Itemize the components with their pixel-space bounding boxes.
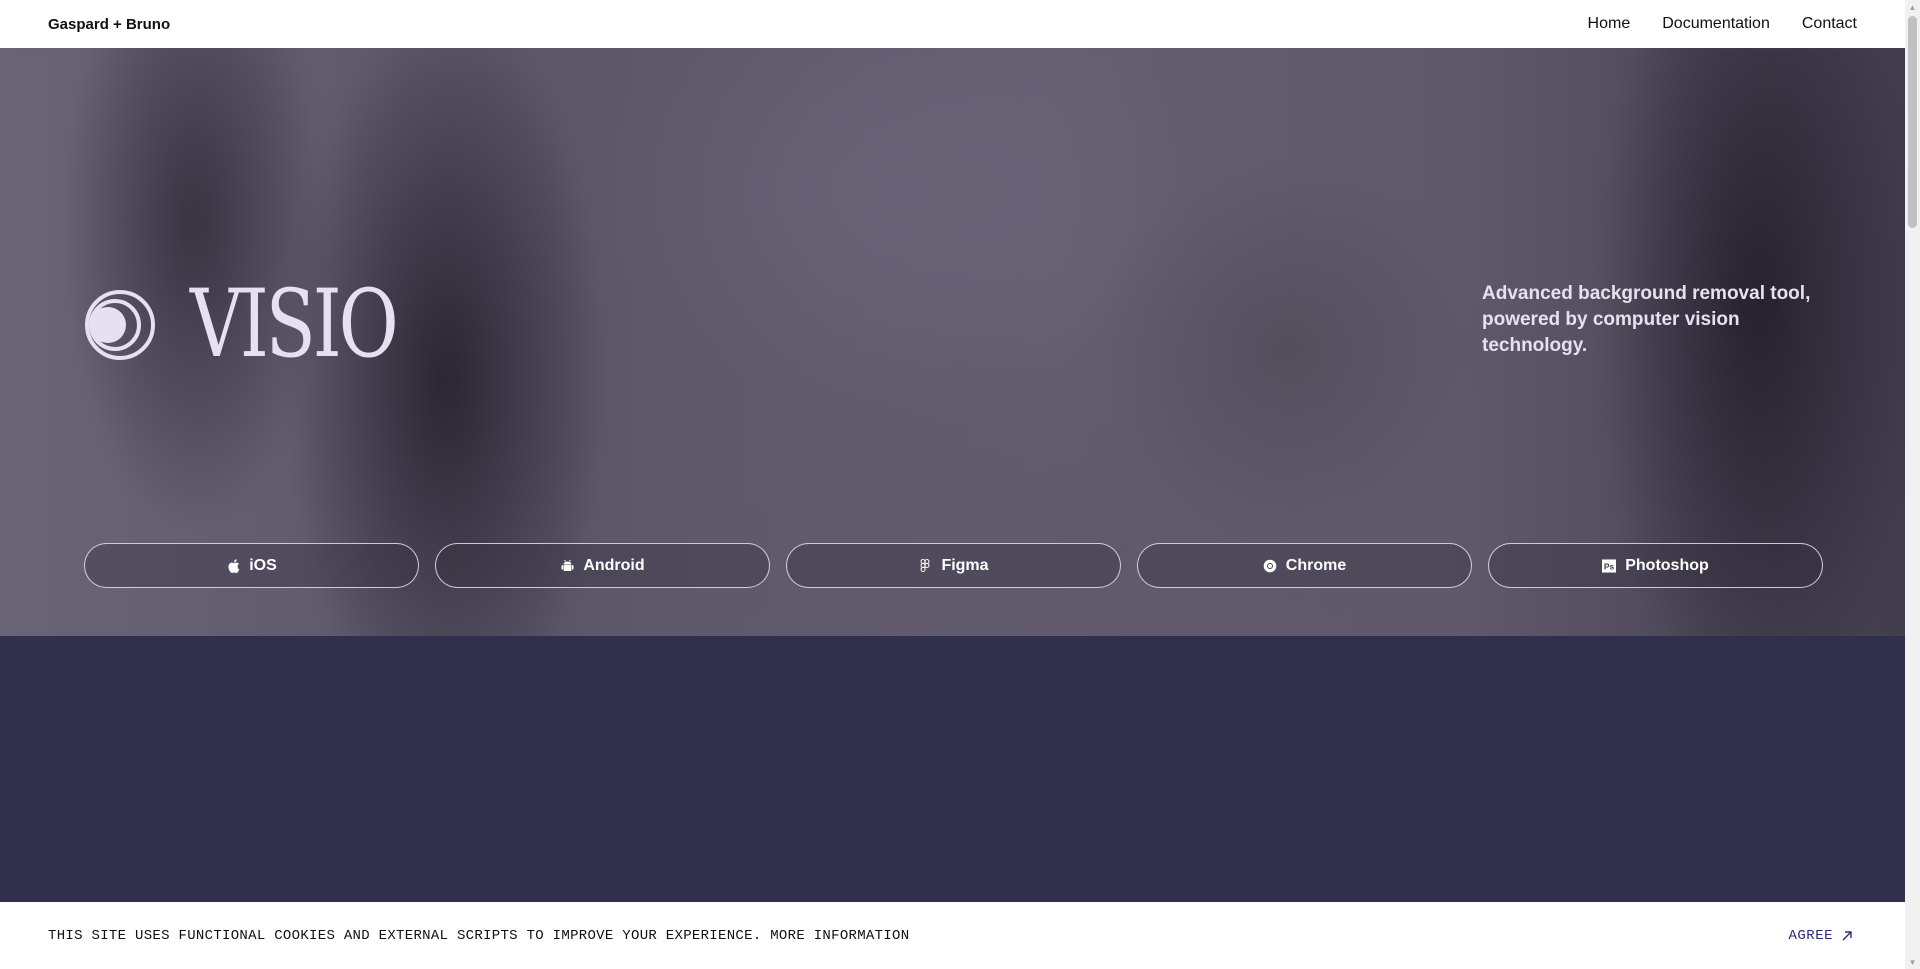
main-nav: Home Documentation Contact bbox=[1588, 15, 1857, 33]
arrow-up-right-icon bbox=[1842, 930, 1852, 940]
visio-logo: VISIO bbox=[84, 278, 454, 372]
scroll-down-arrow-icon[interactable]: ▼ bbox=[1905, 955, 1920, 969]
site-header: Gaspard + Bruno Home Documentation Conta… bbox=[0, 0, 1905, 48]
svg-text:Ps: Ps bbox=[1604, 561, 1615, 571]
chrome-button-label: Chrome bbox=[1285, 556, 1347, 574]
chrome-icon bbox=[1263, 559, 1277, 573]
more-information-link[interactable]: MORE INFORMATION bbox=[770, 928, 909, 944]
agree-label: AGREE bbox=[1788, 927, 1833, 944]
product-name: VISIO bbox=[190, 270, 399, 379]
nav-contact[interactable]: Contact bbox=[1802, 15, 1857, 33]
scrollbar-thumb[interactable] bbox=[1908, 16, 1917, 228]
cookie-banner: THIS SITE USES FUNCTIONAL COOKIES AND EX… bbox=[0, 902, 1905, 969]
brand-link[interactable]: Gaspard + Bruno bbox=[48, 16, 170, 33]
nav-documentation[interactable]: Documentation bbox=[1662, 15, 1770, 33]
nav-home[interactable]: Home bbox=[1588, 15, 1631, 33]
hero-section: VISIO Advanced background removal tool, … bbox=[0, 48, 1905, 636]
platform-buttons: iOS Android Figma Chrome Ps Photoshop bbox=[84, 543, 1823, 588]
visio-logo-icon bbox=[85, 290, 155, 360]
dark-content-section bbox=[0, 636, 1905, 902]
android-button[interactable]: Android bbox=[435, 543, 770, 588]
figma-button[interactable]: Figma bbox=[786, 543, 1121, 588]
android-icon bbox=[560, 559, 574, 573]
photoshop-button-label: Photoshop bbox=[1625, 556, 1709, 574]
chrome-button[interactable]: Chrome bbox=[1137, 543, 1472, 588]
agree-button[interactable]: AGREE bbox=[1788, 928, 1857, 944]
vertical-scrollbar[interactable]: ▲ ▼ bbox=[1905, 0, 1920, 969]
photoshop-button[interactable]: Ps Photoshop bbox=[1488, 543, 1823, 588]
figma-button-label: Figma bbox=[941, 556, 989, 574]
ios-button-label: iOS bbox=[249, 556, 277, 574]
figma-icon bbox=[918, 558, 932, 573]
photoshop-icon: Ps bbox=[1602, 558, 1617, 573]
cookie-message: THIS SITE USES FUNCTIONAL COOKIES AND EX… bbox=[48, 928, 909, 944]
cookie-text: THIS SITE USES FUNCTIONAL COOKIES AND EX… bbox=[48, 927, 762, 944]
apple-icon bbox=[226, 558, 240, 573]
hero-tagline: Advanced background removal tool, powere… bbox=[1482, 283, 1811, 356]
page: Gaspard + Bruno Home Documentation Conta… bbox=[0, 0, 1905, 969]
android-button-label: Android bbox=[583, 556, 645, 574]
scroll-up-arrow-icon[interactable]: ▲ bbox=[1905, 0, 1920, 14]
ios-button[interactable]: iOS bbox=[84, 543, 419, 588]
